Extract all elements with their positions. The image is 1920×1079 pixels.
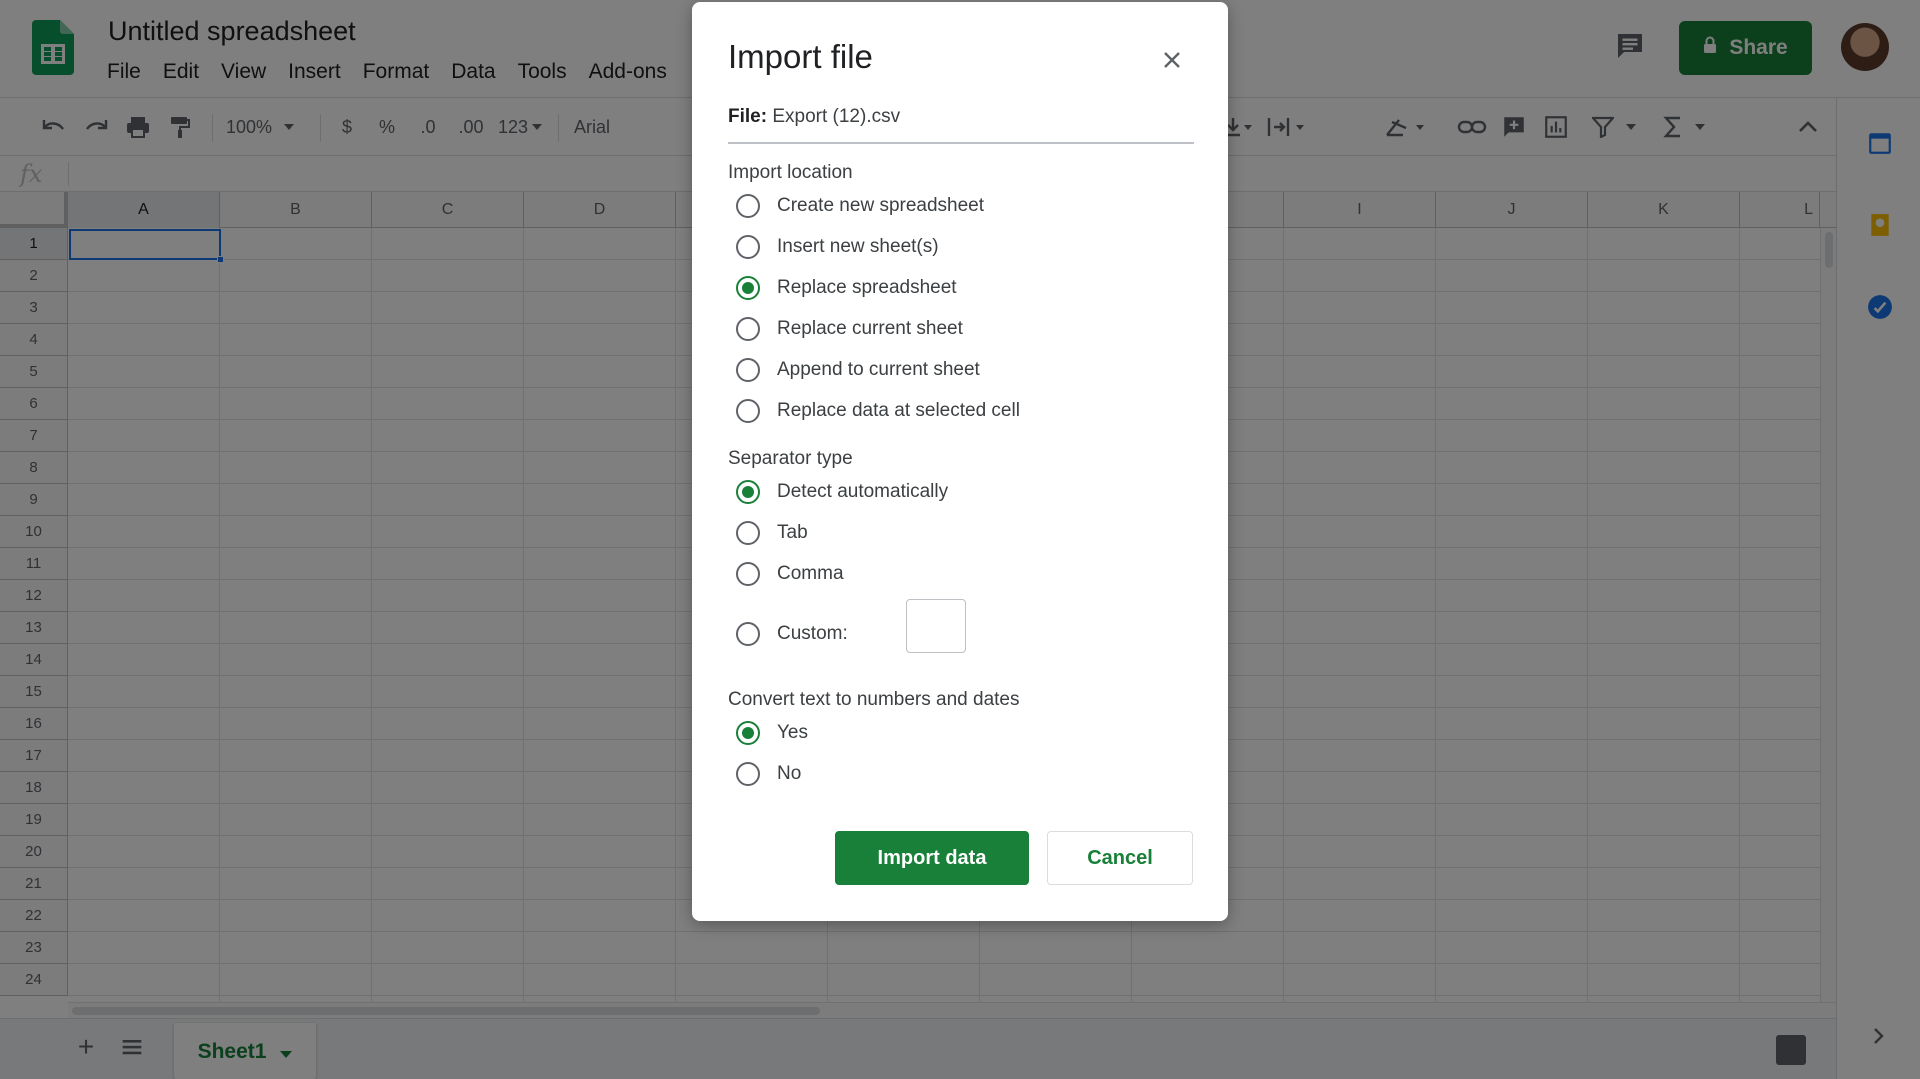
radio-tab[interactable]: Tab: [736, 518, 808, 548]
radio-label: Create new spreadsheet: [777, 195, 985, 216]
radio-button-selected[interactable]: [736, 480, 760, 504]
radio-insert-new-sheets[interactable]: Insert new sheet(s): [736, 232, 939, 262]
custom-separator-input[interactable]: [906, 599, 966, 653]
radio-button[interactable]: [736, 235, 760, 259]
radio-button[interactable]: [736, 762, 760, 786]
radio-label: Insert new sheet(s): [777, 236, 939, 257]
radio-replace-spreadsheet[interactable]: Replace spreadsheet: [736, 273, 957, 303]
radio-append-to-current-sheet[interactable]: Append to current sheet: [736, 355, 980, 385]
radio-button[interactable]: [736, 358, 760, 382]
radio-replace-data-at-selected-cell[interactable]: Replace data at selected cell: [736, 396, 1020, 426]
convert-text-label: Convert text to numbers and dates: [728, 689, 1020, 710]
radio-label: No: [777, 763, 802, 784]
radio-button[interactable]: [736, 194, 760, 218]
radio-comma[interactable]: Comma: [736, 559, 844, 589]
radio-custom[interactable]: Custom:: [736, 599, 966, 653]
import-file-dialog: Import file File: Export (12).csv Import…: [692, 2, 1228, 921]
radio-label: Yes: [777, 722, 808, 743]
radio-convert-no[interactable]: No: [736, 759, 801, 789]
radio-label: Append to current sheet: [777, 359, 980, 380]
radio-label: Tab: [777, 522, 808, 543]
file-label: File:: [728, 106, 768, 127]
radio-create-new-spreadsheet[interactable]: Create new spreadsheet: [736, 191, 984, 221]
radio-convert-yes[interactable]: Yes: [736, 718, 808, 748]
file-name-row: File: Export (12).csv: [728, 106, 1194, 144]
radio-label: Replace current sheet: [777, 318, 963, 339]
radio-button-selected[interactable]: [736, 721, 760, 745]
radio-label: Replace spreadsheet: [777, 277, 957, 298]
radio-button[interactable]: [736, 399, 760, 423]
radio-button[interactable]: [736, 317, 760, 341]
radio-label: Custom:: [777, 623, 848, 644]
radio-label: Detect automatically: [777, 481, 949, 502]
close-icon[interactable]: [1158, 46, 1186, 74]
import-data-button[interactable]: Import data: [835, 831, 1029, 885]
separator-type-label: Separator type: [728, 448, 853, 469]
radio-button[interactable]: [736, 562, 760, 586]
radio-button[interactable]: [736, 521, 760, 545]
radio-detect-automatically[interactable]: Detect automatically: [736, 477, 948, 507]
import-location-label: Import location: [728, 162, 853, 183]
radio-button-selected[interactable]: [736, 276, 760, 300]
file-name: Export (12).csv: [772, 106, 901, 127]
radio-label: Comma: [777, 563, 844, 584]
radio-label: Replace data at selected cell: [777, 400, 1020, 421]
cancel-button[interactable]: Cancel: [1047, 831, 1193, 885]
dialog-title: Import file: [728, 38, 873, 75]
radio-replace-current-sheet[interactable]: Replace current sheet: [736, 314, 963, 344]
radio-button[interactable]: [736, 622, 760, 646]
